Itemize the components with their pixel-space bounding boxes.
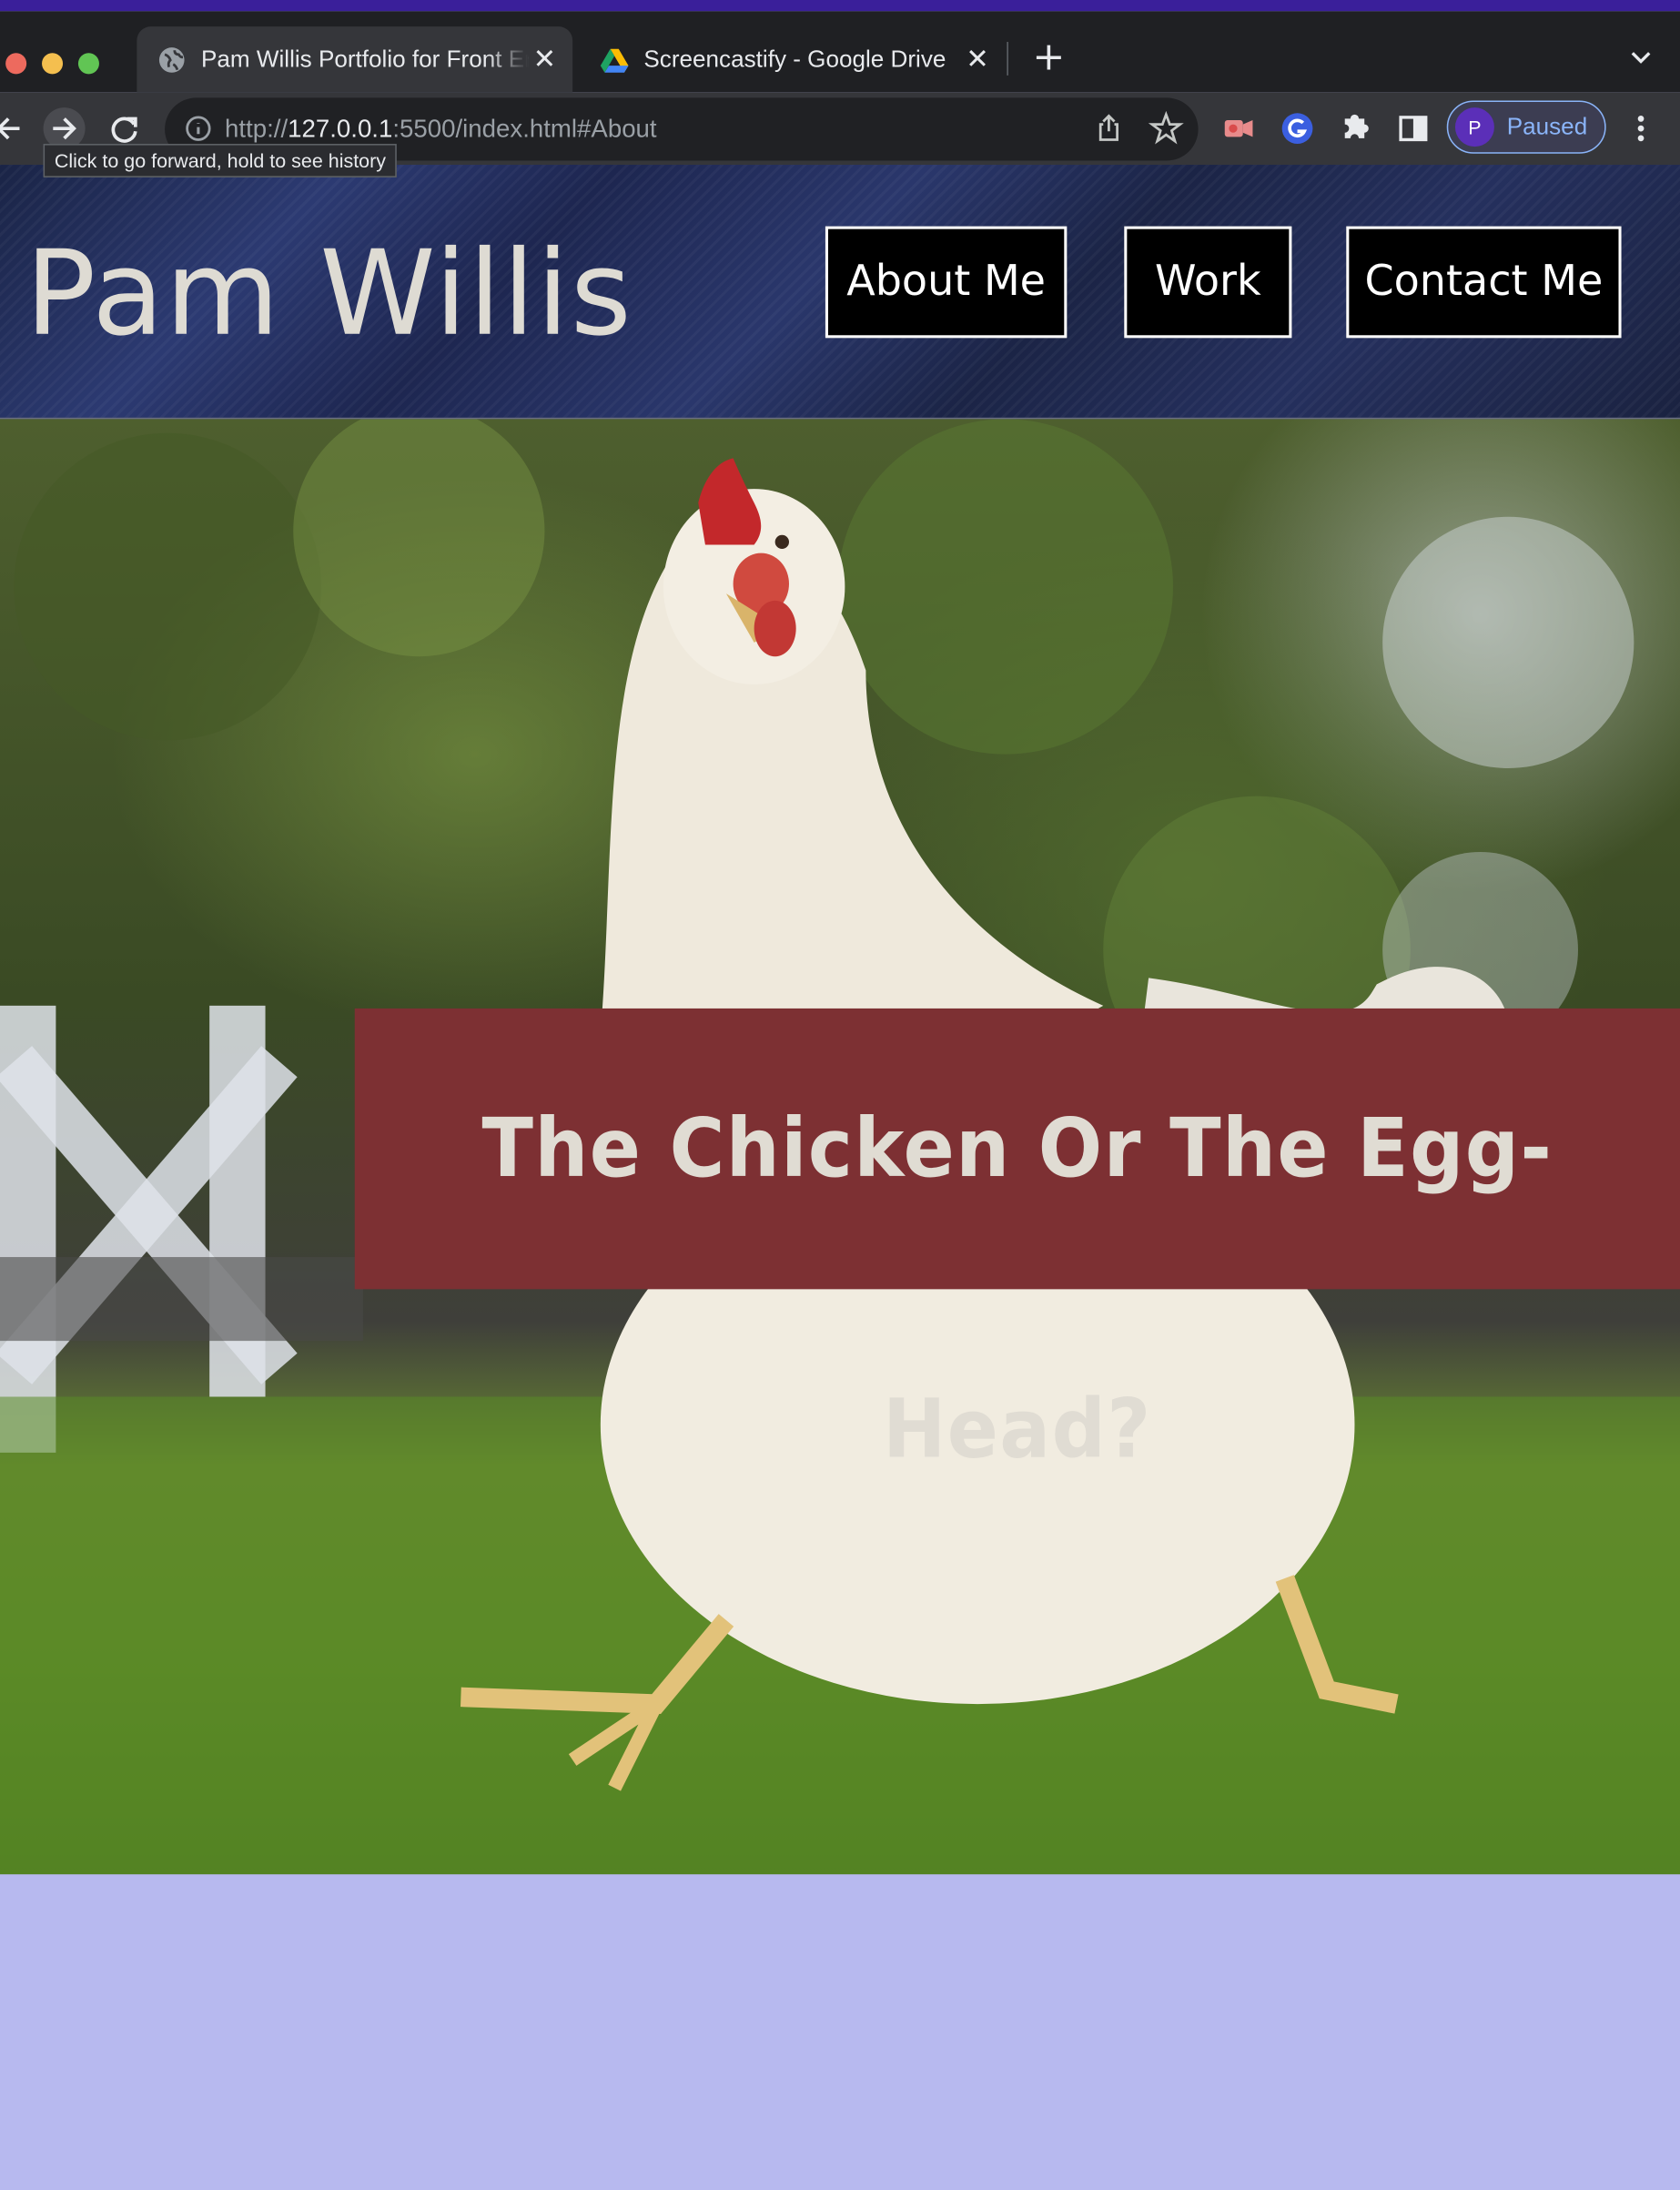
- share-icon[interactable]: [1092, 112, 1126, 146]
- site-title: Pam Willis: [25, 225, 633, 362]
- tab-separator: [1007, 42, 1008, 76]
- close-window-button[interactable]: [5, 53, 27, 75]
- forward-tooltip: Click to go forward, hold to see history: [43, 144, 398, 177]
- nav-about-me-button[interactable]: About Me: [825, 226, 1068, 339]
- avatar: P: [1454, 107, 1494, 147]
- top-accent-strip: [0, 0, 1680, 12]
- tab-list-icon[interactable]: [1625, 39, 1656, 76]
- hero-heading: The Chicken Or The Egg-Head?: [481, 1100, 1553, 1476]
- browser-window: Pam Willis Portfolio for Front End Devel…: [0, 0, 1680, 2190]
- profile-button[interactable]: P Paused: [1446, 100, 1606, 154]
- nav-contact-me-button[interactable]: Contact Me: [1346, 226, 1622, 339]
- bookmark-star-icon[interactable]: [1148, 110, 1184, 147]
- tab-title: Screencastify - Google Drive: [643, 45, 946, 73]
- drive-icon: [600, 47, 629, 73]
- tab-title: Pam Willis Portfolio for Front End Devel…: [201, 45, 529, 74]
- globe-icon: [158, 46, 185, 73]
- page-content-area: [0, 1874, 1680, 2190]
- close-tab-icon[interactable]: ✕: [961, 42, 995, 76]
- info-icon[interactable]: [181, 112, 215, 146]
- fullscreen-window-button[interactable]: [77, 53, 99, 75]
- grammarly-icon[interactable]: [1277, 107, 1319, 149]
- tab-portfolio[interactable]: Pam Willis Portfolio for Front End Devel…: [137, 26, 573, 93]
- tab-screencastify[interactable]: Screencastify - Google Drive ✕: [580, 26, 1006, 92]
- close-tab-icon[interactable]: ✕: [528, 42, 562, 76]
- menu-icon[interactable]: [1620, 107, 1662, 149]
- profile-status: Paused: [1506, 113, 1588, 140]
- side-panel-icon[interactable]: [1392, 107, 1434, 149]
- screencastify-icon[interactable]: [1218, 107, 1260, 149]
- hero-section: The Chicken Or The Egg-Head?: [0, 419, 1680, 1875]
- back-icon[interactable]: [0, 107, 31, 149]
- minimize-window-button[interactable]: [42, 53, 64, 75]
- new-tab-button[interactable]: +: [1030, 35, 1067, 78]
- nav-work-button[interactable]: Work: [1124, 226, 1292, 339]
- extensions-icon[interactable]: [1335, 107, 1377, 149]
- hero-banner: The Chicken Or The Egg-Head?: [354, 1008, 1680, 1476]
- site-header: Pam Willis About Me Work Contact Me: [0, 165, 1680, 420]
